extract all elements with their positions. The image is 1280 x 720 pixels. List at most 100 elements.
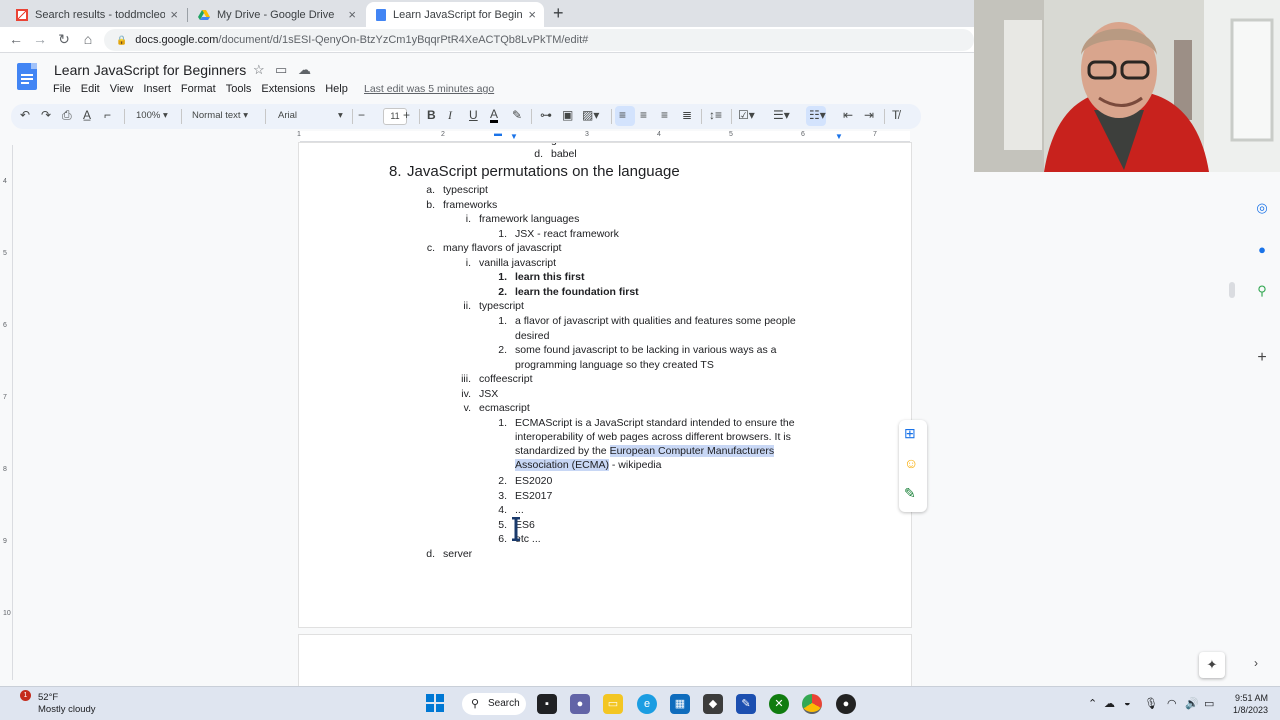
store-icon[interactable]: ▦: [670, 694, 690, 714]
wifi-icon[interactable]: ◠: [1167, 697, 1177, 710]
decrease-indent-icon[interactable]: ⇤: [843, 108, 853, 122]
tasks-icon[interactable]: ◎: [1254, 200, 1270, 216]
align-center-icon[interactable]: ≡: [640, 108, 647, 122]
teams-chat-icon[interactable]: ●: [570, 694, 590, 714]
bold-icon[interactable]: B: [427, 108, 436, 122]
suggest-edits-icon[interactable]: ✎: [904, 485, 916, 502]
bulleted-list-icon[interactable]: ☰▾: [773, 108, 790, 122]
app-record-icon[interactable]: ●: [836, 694, 856, 714]
windows-start-icon[interactable]: [425, 694, 445, 714]
forward-icon[interactable]: →: [31, 31, 49, 47]
app-editor-icon[interactable]: ✎: [736, 694, 756, 714]
side-panel: ◎ ● ⚲ +: [1246, 172, 1280, 682]
menu-edit[interactable]: Edit: [81, 83, 100, 95]
last-edit-link[interactable]: Last edit was 5 minutes ago: [364, 83, 494, 95]
taskbar-search[interactable]: ⚲ Search: [462, 693, 526, 715]
first-line-indent-marker[interactable]: ▬: [494, 129, 502, 138]
get-addons-icon[interactable]: +: [1254, 349, 1270, 367]
tab-docs[interactable]: Learn JavaScript for Beginners - Go ×: [366, 2, 544, 27]
paint-format-icon[interactable]: ⌐: [104, 108, 111, 122]
highlight-color-icon[interactable]: ✎: [512, 108, 522, 122]
horizontal-ruler[interactable]: 1 2 3 4 5 6 7 ▬ ▼ ▼: [297, 129, 910, 142]
right-indent-marker[interactable]: ▼: [835, 132, 843, 141]
menu-file[interactable]: File: [53, 83, 71, 95]
vertical-ruler: 4 5 6 7 8 9 10: [0, 145, 13, 680]
selected-text: Association (ECMA): [515, 459, 609, 471]
tab-drive[interactable]: My Drive - Google Drive ×: [188, 2, 364, 27]
underline-icon[interactable]: U: [469, 108, 478, 122]
italic-icon[interactable]: I: [448, 108, 452, 123]
document-page[interactable]: c. grunt d. babel 8. JavaScript permutat…: [299, 143, 911, 627]
menu-view[interactable]: View: [110, 83, 134, 95]
justify-icon[interactable]: ≣: [682, 108, 692, 122]
battery-icon[interactable]: ▭: [1204, 697, 1214, 710]
list-marker: 5.: [498, 518, 507, 531]
emoji-reaction-icon[interactable]: ☺: [904, 455, 918, 471]
document-title[interactable]: Learn JavaScript for Beginners: [54, 62, 246, 78]
numbered-list-icon[interactable]: ☷▾: [809, 108, 826, 122]
cloud-icon[interactable]: ☁: [1104, 697, 1115, 710]
checklist-icon[interactable]: ☑▾: [738, 108, 755, 122]
spellcheck-icon[interactable]: A̲: [83, 108, 91, 122]
chevron-up-icon[interactable]: ⌃: [1088, 697, 1097, 710]
close-tab-icon[interactable]: ×: [170, 7, 178, 22]
xbox-icon[interactable]: ✕: [769, 694, 789, 714]
increase-indent-icon[interactable]: ⇥: [864, 108, 874, 122]
star-icon[interactable]: ☆: [253, 62, 265, 78]
ibeam-cursor-icon: [512, 517, 520, 541]
left-indent-marker[interactable]: ▼: [510, 132, 518, 141]
microphone-icon[interactable]: 🎙: [1144, 697, 1158, 710]
home-icon[interactable]: ⌂: [79, 31, 97, 47]
decrease-font-size-icon[interactable]: −: [358, 108, 365, 122]
line-spacing-icon[interactable]: ↕≡: [709, 108, 722, 122]
menu-insert[interactable]: Insert: [143, 83, 171, 95]
menu-format[interactable]: Format: [181, 83, 216, 95]
task-view-icon[interactable]: ▪: [537, 694, 557, 714]
windows-taskbar: 1 52°F Mostly cloudy ⚲ Search ▪ ● ▭ e ▦ ◆…: [0, 686, 1280, 720]
list-item: typescript: [479, 300, 524, 313]
menu-extensions[interactable]: Extensions: [261, 83, 315, 95]
redo-icon[interactable]: ↷: [41, 108, 51, 122]
move-folder-icon[interactable]: ▭: [275, 62, 287, 78]
print-icon[interactable]: ⎙: [62, 108, 72, 123]
menu-help[interactable]: Help: [325, 83, 348, 95]
maps-icon[interactable]: ⚲: [1254, 283, 1270, 299]
clear-formatting-icon[interactable]: T̸: [892, 108, 899, 122]
menu-tools[interactable]: Tools: [226, 83, 252, 95]
reload-icon[interactable]: ↻: [55, 31, 73, 48]
insert-link-icon[interactable]: ⊶: [540, 108, 552, 122]
scrollbar-thumb[interactable]: [1229, 282, 1235, 298]
align-left-icon[interactable]: ≡: [619, 108, 626, 122]
address-bar[interactable]: 🔒 docs.google.com/document/d/1sESI-QenyO…: [104, 29, 974, 51]
style-select[interactable]: Normal text ▾: [192, 110, 258, 121]
volume-icon[interactable]: 🔊: [1185, 697, 1199, 710]
chrome-icon[interactable]: [802, 694, 822, 714]
close-tab-icon[interactable]: ×: [348, 7, 356, 22]
text-color-icon[interactable]: A: [490, 108, 499, 123]
font-select[interactable]: Arial ▾: [278, 110, 346, 121]
edge-icon[interactable]: e: [637, 694, 657, 714]
back-icon[interactable]: ←: [7, 31, 25, 47]
cloud-status-icon[interactable]: ☁: [298, 62, 311, 78]
app-tray-icon[interactable]: ◒: [1124, 697, 1131, 709]
close-tab-icon[interactable]: ×: [528, 7, 536, 22]
chevron-right-icon[interactable]: ›: [1254, 656, 1258, 670]
docs-header: Learn JavaScript for Beginners ☆ ▭ ☁ Fil…: [0, 53, 975, 103]
undo-icon[interactable]: ↶: [20, 108, 30, 122]
zoom-select[interactable]: 100% ▾: [136, 110, 168, 121]
contacts-icon[interactable]: ●: [1254, 242, 1270, 257]
tab-gmail[interactable]: Search results - toddmcleod@gmail ×: [6, 2, 186, 27]
insert-image-icon[interactable]: ▨▾: [582, 108, 599, 122]
new-tab-button[interactable]: +: [553, 3, 564, 24]
increase-font-size-icon[interactable]: +: [403, 108, 410, 122]
add-comment-icon[interactable]: ⊞: [904, 425, 916, 442]
app-cube-icon[interactable]: ◆: [703, 694, 723, 714]
docs-logo-icon[interactable]: [17, 63, 37, 90]
add-comment-icon[interactable]: ▣: [562, 108, 573, 122]
system-clock[interactable]: 9:51 AM 1/8/2023: [1228, 692, 1268, 716]
align-right-icon[interactable]: ≡: [661, 108, 668, 122]
explore-icon[interactable]: ✦: [1199, 652, 1225, 678]
file-explorer-icon[interactable]: ▭: [603, 694, 623, 714]
list-marker: 1.: [498, 314, 507, 327]
list-item: babel: [551, 148, 577, 160]
